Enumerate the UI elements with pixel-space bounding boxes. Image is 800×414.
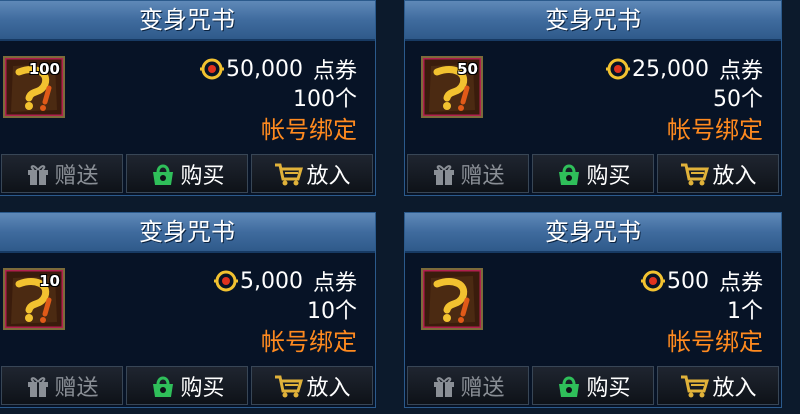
account-bound-label: 帐号绑定 bbox=[261, 328, 357, 356]
transform-scroll-icon bbox=[423, 270, 481, 328]
price-row: 50,000 点券 bbox=[200, 55, 357, 84]
action-buttons: 赠送 购买 放入 bbox=[405, 366, 781, 405]
cart-icon bbox=[275, 163, 304, 185]
buy-button[interactable]: 购买 bbox=[532, 154, 654, 193]
stack-count-badge: 10 bbox=[39, 272, 60, 290]
add-to-cart-button[interactable]: 放入 bbox=[657, 366, 779, 405]
add-to-cart-button[interactable]: 放入 bbox=[251, 154, 373, 193]
price-value: 25,000 bbox=[632, 56, 709, 82]
price-row: 25,000 点券 bbox=[606, 55, 763, 84]
shop-item-card: 变身咒书 50 25,000 点券 50个 帐号绑定 赠送 购买 放入 bbox=[404, 0, 782, 196]
price-value: 5,000 bbox=[240, 268, 303, 294]
stack-count-badge: 50 bbox=[457, 60, 478, 78]
shop-item-card: 变身咒书 100 50,000 点券 100个 帐号绑定 赠送 购买 放入 bbox=[0, 0, 376, 196]
buy-bag-icon bbox=[153, 376, 174, 397]
buy-button[interactable]: 购买 bbox=[126, 154, 248, 193]
add-to-cart-button[interactable]: 放入 bbox=[657, 154, 779, 193]
item-title: 变身咒书 bbox=[405, 1, 781, 41]
add-to-cart-label: 放入 bbox=[712, 375, 757, 401]
buy-bag-icon bbox=[559, 376, 580, 397]
gift-icon bbox=[434, 376, 455, 397]
item-quantity: 50个 bbox=[713, 87, 763, 112]
coupon-coin-icon bbox=[640, 270, 665, 292]
buy-bag-icon bbox=[153, 164, 174, 185]
item-slot[interactable]: 10 bbox=[3, 268, 65, 330]
item-quantity: 10个 bbox=[307, 299, 357, 324]
action-buttons: 赠送 购买 放入 bbox=[405, 154, 781, 193]
coupon-coin-icon bbox=[214, 270, 238, 292]
action-buttons: 赠送 购买 放入 bbox=[0, 154, 375, 193]
price-unit: 点券 bbox=[718, 271, 763, 296]
item-title: 变身咒书 bbox=[0, 1, 375, 41]
price-row: 500 点券 bbox=[640, 267, 763, 296]
account-bound-label: 帐号绑定 bbox=[667, 116, 763, 144]
gift-button-label: 赠送 bbox=[460, 375, 505, 401]
shop-item-card: 变身咒书 500 点券 1个 帐号绑定 赠送 购买 放入 bbox=[404, 212, 782, 408]
buy-button-label: 购买 bbox=[180, 163, 225, 189]
cart-icon bbox=[681, 163, 710, 185]
action-buttons: 赠送 购买 放入 bbox=[0, 366, 375, 405]
item-title: 变身咒书 bbox=[0, 213, 375, 253]
gift-button[interactable]: 赠送 bbox=[407, 154, 529, 193]
gift-button[interactable]: 赠送 bbox=[1, 366, 123, 405]
stack-count-badge: 100 bbox=[28, 60, 60, 78]
price-unit: 点券 bbox=[718, 59, 763, 84]
add-to-cart-button[interactable]: 放入 bbox=[251, 366, 373, 405]
price-unit: 点券 bbox=[312, 59, 357, 84]
shop-item-card: 变身咒书 10 5,000 点券 10个 帐号绑定 赠送 购买 放入 bbox=[0, 212, 376, 408]
item-slot[interactable]: 100 bbox=[3, 56, 65, 118]
gift-button-label: 赠送 bbox=[54, 375, 99, 401]
coupon-coin-icon bbox=[606, 58, 630, 80]
gift-button-label: 赠送 bbox=[54, 163, 99, 189]
item-title: 变身咒书 bbox=[405, 213, 781, 253]
buy-button[interactable]: 购买 bbox=[126, 366, 248, 405]
price-unit: 点券 bbox=[312, 271, 357, 296]
buy-button[interactable]: 购买 bbox=[532, 366, 654, 405]
buy-button-label: 购买 bbox=[586, 375, 631, 401]
coupon-coin-icon bbox=[200, 58, 224, 80]
add-to-cart-label: 放入 bbox=[306, 375, 351, 401]
buy-button-label: 购买 bbox=[180, 375, 225, 401]
account-bound-label: 帐号绑定 bbox=[667, 328, 763, 356]
add-to-cart-label: 放入 bbox=[712, 163, 757, 189]
gift-button-label: 赠送 bbox=[460, 163, 505, 189]
price-value: 500 bbox=[666, 268, 709, 294]
gift-icon bbox=[28, 164, 49, 185]
price-row: 5,000 点券 bbox=[214, 267, 357, 296]
add-to-cart-label: 放入 bbox=[306, 163, 351, 189]
buy-button-label: 购买 bbox=[586, 163, 631, 189]
item-quantity: 1个 bbox=[727, 299, 763, 324]
cart-icon bbox=[275, 375, 304, 397]
gift-icon bbox=[28, 376, 49, 397]
buy-bag-icon bbox=[559, 164, 580, 185]
account-bound-label: 帐号绑定 bbox=[261, 116, 357, 144]
cart-icon bbox=[681, 375, 710, 397]
price-value: 50,000 bbox=[226, 56, 303, 82]
item-quantity: 100个 bbox=[293, 87, 357, 112]
item-slot[interactable] bbox=[421, 268, 483, 330]
gift-button[interactable]: 赠送 bbox=[407, 366, 529, 405]
item-slot[interactable]: 50 bbox=[421, 56, 483, 118]
gift-icon bbox=[434, 164, 455, 185]
gift-button[interactable]: 赠送 bbox=[1, 154, 123, 193]
